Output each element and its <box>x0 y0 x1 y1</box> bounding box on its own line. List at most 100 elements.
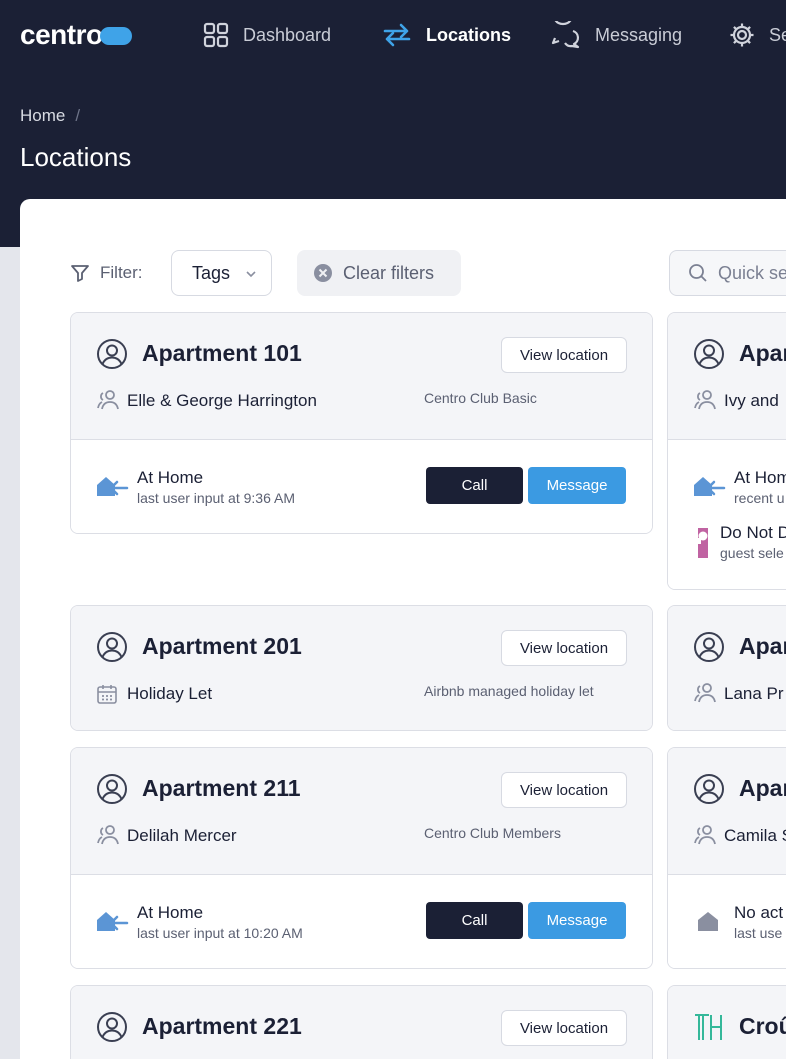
user-circle-icon <box>694 339 724 369</box>
breadcrumb: Home / <box>20 106 80 126</box>
card-title: Croû <box>739 1013 786 1039</box>
card-title: Apar <box>739 633 786 659</box>
call-button[interactable]: Call <box>426 902 523 939</box>
clear-filters-button[interactable]: Clear filters <box>297 250 461 296</box>
grid-icon <box>203 22 229 48</box>
resident-name: Lana Pr <box>724 684 784 703</box>
location-card: Apar Camila S No act last use <box>667 747 786 969</box>
nav-settings[interactable]: Se <box>729 0 786 70</box>
swap-arrows-icon <box>383 23 411 47</box>
nav-messaging[interactable]: Messaging <box>551 0 682 70</box>
user-circle-icon <box>97 1012 127 1042</box>
card-header <box>668 313 786 439</box>
clear-filters-label: Clear filters <box>343 262 435 283</box>
user-circle-icon <box>97 632 127 662</box>
page-title: Locations <box>20 142 132 172</box>
last-input-time: last user input at 10:20 AM <box>137 925 303 941</box>
location-card: Apar Ivy and At Hom recent u Do Not D gu… <box>667 312 786 590</box>
nav-dashboard[interactable]: Dashboard <box>203 0 331 70</box>
gear-icon <box>730 23 754 47</box>
card-header <box>71 748 652 874</box>
membership-plan: Centro Club Members <box>424 825 561 841</box>
user-circle-icon <box>694 632 724 662</box>
users-icon <box>694 683 716 703</box>
location-card: Apar Lana Pr <box>667 605 786 731</box>
home-arrow-icon <box>694 477 726 496</box>
resident-name: Elle & George Harrington <box>127 391 317 410</box>
location-card: Croû <box>667 985 786 1059</box>
location-card: Apartment 211 View location Delilah Merc… <box>70 747 653 969</box>
centro-logo[interactable]: centro <box>20 20 132 50</box>
close-circle-icon <box>314 264 332 282</box>
presence-status: At Home <box>137 903 204 922</box>
dnd-status: Do Not D <box>720 523 786 542</box>
user-circle-icon <box>694 774 724 804</box>
view-location-button[interactable]: View location <box>501 337 627 373</box>
card-header <box>668 748 786 874</box>
users-icon <box>97 825 119 845</box>
card-title: Apartment 201 <box>142 633 302 659</box>
tags-dropdown[interactable]: Tags <box>171 250 272 296</box>
users-icon <box>694 390 716 410</box>
users-icon <box>97 390 119 410</box>
resident-name: Holiday Let <box>127 684 213 703</box>
users-icon <box>694 825 716 845</box>
location-card: Apartment 101 View location Elle & Georg… <box>70 312 653 534</box>
filter-label: Filter: <box>70 259 143 287</box>
location-card: Apartment 201 View location Holiday Let … <box>70 605 653 731</box>
card-header <box>71 313 652 439</box>
logo-pill-icon <box>99 27 132 45</box>
search-icon <box>689 264 707 282</box>
last-input-time: recent u <box>734 490 785 506</box>
card-body <box>668 439 786 589</box>
calendar-icon <box>97 685 117 704</box>
dnd-sub: guest sele <box>720 545 784 561</box>
card-title: Apartment 211 <box>142 775 301 801</box>
call-button[interactable]: Call <box>426 467 523 504</box>
presence-status: No act <box>734 903 784 922</box>
nav-locations[interactable]: Locations <box>382 0 511 70</box>
home-icon <box>698 912 718 931</box>
membership-plan: Airbnb managed holiday let <box>424 683 594 699</box>
quick-search-input[interactable]: Quick se <box>669 250 786 296</box>
filter-label-text: Filter: <box>100 263 143 282</box>
card-title: Apar <box>739 340 786 366</box>
tags-dropdown-label: Tags <box>192 262 231 283</box>
logo-text: centro <box>20 19 103 50</box>
card-title: Apartment 221 <box>142 1013 302 1039</box>
breadcrumb-home[interactable]: Home <box>20 106 65 126</box>
nav-messaging-label: Messaging <box>595 24 683 45</box>
home-arrow-icon <box>97 912 129 931</box>
card-header <box>668 606 786 730</box>
user-circle-icon <box>97 339 127 369</box>
quick-search-placeholder: Quick se <box>718 262 786 283</box>
nav-locations-label: Locations <box>426 24 512 45</box>
presence-status: At Hom <box>734 468 786 487</box>
chevron-down-icon <box>246 271 256 278</box>
last-input-time: last user input at 9:36 AM <box>137 490 295 506</box>
nav-dashboard-label: Dashboard <box>243 24 332 45</box>
view-location-button[interactable]: View location <box>501 630 627 666</box>
resident-name: Ivy and <box>724 391 779 410</box>
card-title: Apar <box>739 775 786 801</box>
view-location-button[interactable]: View location <box>501 772 627 808</box>
message-button[interactable]: Message <box>528 902 626 939</box>
brand-monogram-icon <box>695 1014 722 1040</box>
location-card: Apartment 221 View location <box>70 985 653 1059</box>
user-circle-icon <box>97 774 127 804</box>
nav-settings-label: Se <box>769 24 786 45</box>
presence-status: At Home <box>137 468 204 487</box>
funnel-icon <box>71 265 89 282</box>
membership-plan: Centro Club Basic <box>424 390 537 406</box>
breadcrumb-separator: / <box>75 106 81 125</box>
message-button[interactable]: Message <box>528 467 626 504</box>
chat-bubbles-icon <box>551 21 580 49</box>
door-hanger-icon <box>694 528 708 558</box>
home-arrow-icon <box>97 477 129 496</box>
last-input-time: last use <box>734 925 783 941</box>
card-title: Apartment 101 <box>142 340 302 366</box>
resident-name: Camila S <box>724 826 786 845</box>
card-header <box>71 606 652 730</box>
view-location-button[interactable]: View location <box>501 1010 627 1046</box>
resident-name: Delilah Mercer <box>127 826 237 845</box>
